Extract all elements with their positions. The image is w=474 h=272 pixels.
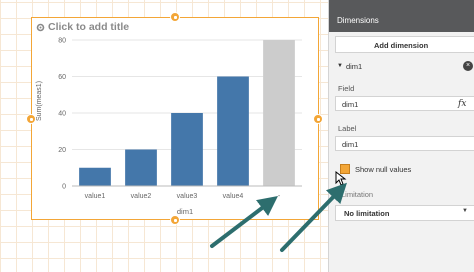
caret-down-icon: ▼	[462, 208, 468, 214]
dimension-item-dim1[interactable]: ▼ dim1	[335, 58, 474, 74]
x-tick-label: value3	[177, 193, 198, 200]
y-tick-label: 40	[58, 111, 66, 118]
y-tick-label: 80	[58, 38, 66, 45]
resize-handle-right[interactable]	[313, 114, 323, 124]
resize-handle-left[interactable]	[26, 114, 36, 124]
remove-dimension-icon[interactable]: ×	[463, 61, 473, 71]
show-null-values-label[interactable]: Show null values	[355, 165, 411, 174]
bar-value2[interactable]	[125, 149, 157, 187]
y-tick-label: 0	[62, 184, 66, 191]
bar-null[interactable]	[263, 40, 295, 186]
chart-title-text[interactable]: Click to add title	[48, 21, 129, 33]
field-input[interactable]: dim1	[335, 96, 474, 111]
y-tick-label: 60	[58, 74, 66, 81]
x-tick-label: value2	[131, 193, 152, 200]
field-label: Field	[338, 84, 355, 93]
bar-value4[interactable]	[217, 76, 249, 187]
label-input[interactable]: dim1	[335, 136, 474, 151]
y-axis-title: Sum(meas1)	[36, 81, 43, 121]
y-tick-label: 20	[58, 147, 66, 154]
chevron-down-icon[interactable]: ▼	[337, 63, 343, 69]
bar-chart: 0 20 40 60 80 value1 value2 value3 value4 - Sum(…	[36, 38, 302, 216]
expression-fx-icon[interactable]: fx	[458, 99, 466, 109]
properties-panel: Dimensions Add dimension ▼ dim1 × Field …	[328, 0, 474, 272]
chart-object[interactable]: 0 20 40 60 80 value1 value2 value3 value4 - Sum(…	[31, 17, 319, 220]
resize-handle-top[interactable]	[170, 12, 180, 22]
limitation-dropdown[interactable]: No limitation	[335, 205, 474, 221]
label-label: Label	[338, 124, 357, 133]
x-tick-label: -	[278, 193, 281, 200]
x-axis-title: dim1	[177, 207, 193, 216]
x-tick-label: value4	[223, 193, 244, 200]
dimension-name: dim1	[345, 61, 363, 71]
settings-gear-icon	[36, 23, 45, 31]
mouse-cursor-icon	[335, 171, 347, 186]
limitation-label: Limitation	[341, 190, 374, 199]
x-tick-label: value1	[85, 193, 106, 200]
add-dimension-button[interactable]: Add dimension	[335, 36, 474, 53]
chart-title[interactable]: Click to add title	[36, 21, 129, 33]
resize-handle-bottom[interactable]	[170, 215, 180, 225]
bar-value1[interactable]	[79, 167, 111, 186]
panel-header: Dimensions	[329, 12, 474, 32]
panel-top-strip	[329, 0, 474, 12]
bar-value3[interactable]	[171, 113, 203, 186]
sheet-canvas: 0 20 40 60 80 value1 value2 value3 value4 - Sum(…	[0, 0, 328, 272]
